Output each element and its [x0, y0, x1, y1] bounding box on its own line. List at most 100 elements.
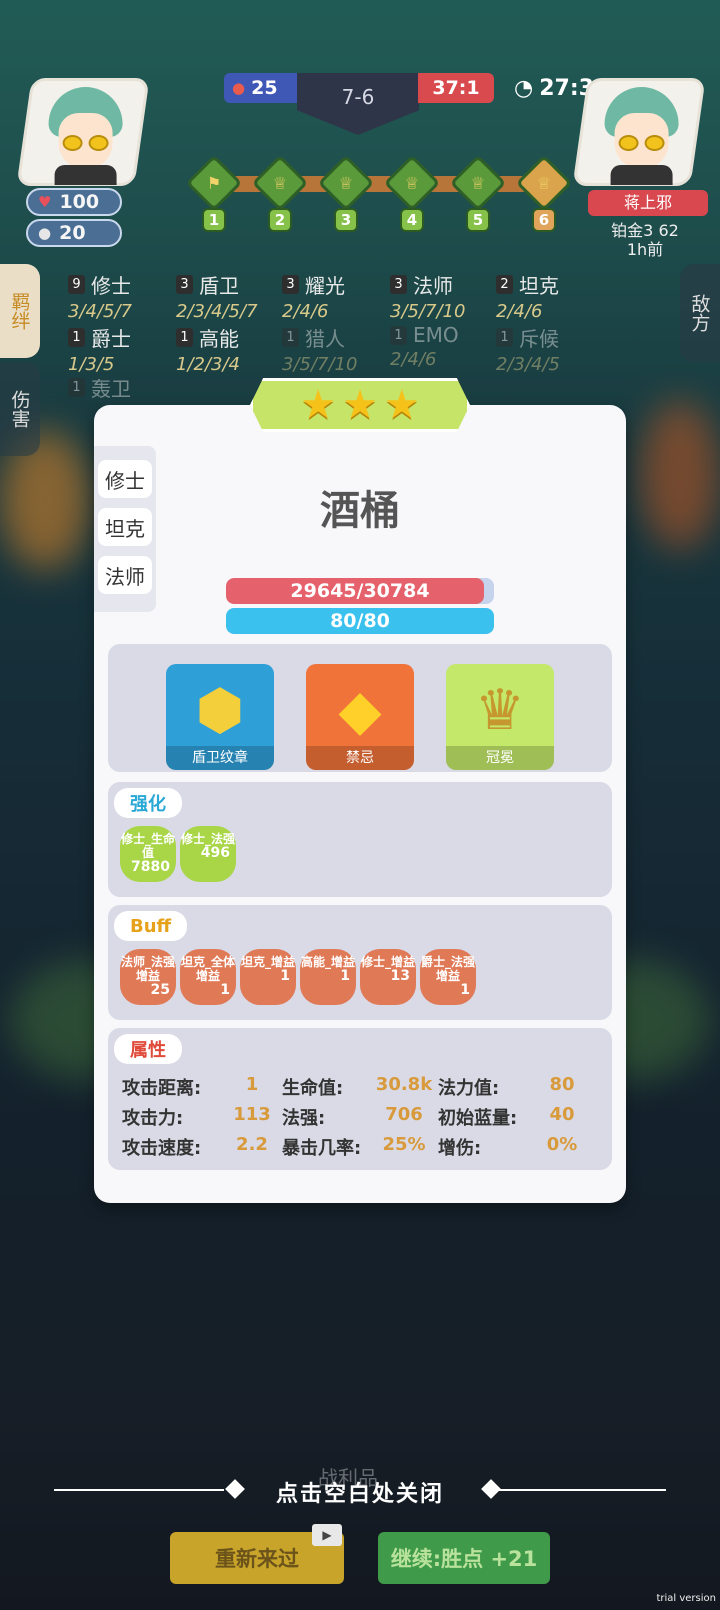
- unit-name: 酒桶: [320, 488, 400, 534]
- synergy-count: 1: [282, 328, 299, 347]
- enhance-tag: 强化: [114, 788, 182, 818]
- attribute-value: 113: [233, 1104, 271, 1125]
- equip-crown[interactable]: ♛ 冠冕: [446, 664, 554, 770]
- trait-tab[interactable]: 修士: [98, 460, 152, 498]
- stat-chip[interactable]: 爵士_法强增益 1: [420, 949, 476, 1005]
- synergy-count: 3: [390, 275, 407, 294]
- stat-chip[interactable]: 修士_增益 13: [360, 949, 416, 1005]
- synergy-head: 1 斥候: [496, 323, 606, 352]
- equip-label: 盾卫纹章: [166, 746, 274, 770]
- synergy-count: 9: [68, 275, 85, 294]
- close-hint[interactable]: 点击空白处关闭: [0, 1476, 720, 1508]
- attribute-key: 生命值:: [282, 1078, 344, 1099]
- trophy-icon: ♕: [272, 173, 288, 193]
- equip-forbidden[interactable]: ◆ 禁忌: [306, 664, 414, 770]
- attribute-value: 0%: [546, 1134, 578, 1155]
- tab-enemy[interactable]: 敌方: [680, 264, 720, 362]
- synergy-steps: 3/5/7/10: [390, 301, 466, 322]
- synergy-head: 2 坦克: [496, 270, 606, 299]
- stage-number: 2: [268, 208, 292, 232]
- trophy-icon: ♕: [404, 173, 420, 193]
- synergy-item[interactable]: 1 爵士 1/3/5: [68, 323, 178, 375]
- synergy-item[interactable]: 1 轰卫: [68, 373, 178, 404]
- attribute-key: 攻击力:: [122, 1108, 184, 1129]
- trophy-icon: ♕: [470, 173, 486, 193]
- stat-chip[interactable]: 坦克_增益 1: [240, 949, 296, 1005]
- equip-shield-emblem[interactable]: ⬢ 盾卫纹章: [166, 664, 274, 770]
- stat-chip[interactable]: 法师_法强增益 25: [120, 949, 176, 1005]
- synergy-steps: 1/3/5: [68, 354, 115, 375]
- stat-chip[interactable]: 坦克_全体增益 1: [180, 949, 236, 1005]
- attribute-value: 706: [385, 1104, 423, 1125]
- heart-icon: ♥: [38, 193, 52, 211]
- left-side-tabs: 羁绊 伤害: [0, 264, 40, 456]
- enemy-avatar[interactable]: [572, 78, 706, 186]
- synergy-item[interactable]: 3 盾卫 2/3/4/5/7: [176, 270, 286, 322]
- star-banner: ★ ★ ★: [250, 378, 470, 432]
- chip-value: 25: [150, 982, 170, 998]
- chip-label: 法师_法强增益: [120, 955, 175, 983]
- player-avatar[interactable]: [16, 78, 150, 186]
- retry-button[interactable]: 重新来过 ▶: [170, 1524, 344, 1584]
- player-hp-pill: ♥ 100: [26, 188, 122, 216]
- trait-tabs: 修士 坦克 法师: [94, 446, 156, 612]
- stat-chip[interactable]: 修士_生命值 7880: [120, 826, 176, 882]
- synergy-count: 3: [176, 275, 193, 294]
- attributes-panel: 属性 攻击距离: 1 生命值: 30.8k 法力值: 80 攻击力: 113 法强: 706 初始蓝…: [108, 1028, 612, 1170]
- crown-icon: ♛: [474, 677, 526, 743]
- synergy-count: 1: [390, 325, 407, 345]
- tab-damage[interactable]: 伤害: [0, 362, 40, 456]
- synergy-steps: 2/3/4/5/7: [176, 301, 258, 322]
- crystal-icon: ◆: [338, 677, 382, 743]
- chip-label: 修士_法强: [180, 832, 235, 846]
- chip-value: 1: [220, 982, 230, 998]
- trophy-icon: ♕: [536, 173, 552, 193]
- synergy-item[interactable]: 2 坦克 2/4/6: [496, 270, 606, 322]
- chip-value: 496: [200, 845, 230, 861]
- synergy-head: 9 修士: [68, 270, 178, 299]
- chip-label: 爵士_法强增益: [420, 955, 475, 983]
- round-timer: ◔ 27:3: [514, 76, 594, 101]
- chip-label: 坦克_增益: [240, 955, 295, 969]
- continue-button[interactable]: 继续:胜点 +21: [378, 1532, 550, 1584]
- attribute-value: 30.8k: [375, 1074, 433, 1095]
- synergy-item[interactable]: 9 修士 3/4/5/7: [68, 270, 178, 322]
- attribute-value: 2.2: [236, 1134, 268, 1155]
- score-left-value: 25: [251, 77, 278, 99]
- synergy-item[interactable]: 3 耀光 2/4/6: [282, 270, 392, 322]
- synergy-steps: 2/4/6: [282, 301, 329, 322]
- player-hp-value: 100: [59, 191, 100, 213]
- coin-icon: ●: [38, 224, 52, 242]
- tab-synergy[interactable]: 羁绊: [0, 264, 40, 358]
- trait-tab[interactable]: 法师: [98, 556, 152, 594]
- enemy-name: 蒋上邪: [588, 190, 708, 216]
- synergy-item[interactable]: 1 EMO 2/4/6: [390, 323, 500, 370]
- attribute-row: 攻击速度: 2.2 暴击几率: 25% 增伤: 0%: [122, 1134, 598, 1160]
- synergy-item[interactable]: 3 法师 3/5/7/10: [390, 270, 500, 322]
- stage-number: 5: [466, 208, 490, 232]
- player-portrait: [48, 87, 123, 185]
- synergy-name: 猎人: [305, 327, 345, 351]
- stat-chip[interactable]: 高能_增益 1: [300, 949, 356, 1005]
- synergy-count: 2: [496, 275, 513, 294]
- synergy-steps: 2/3/4/5: [496, 354, 561, 375]
- stat-chip[interactable]: 修士_法强 496: [180, 826, 236, 882]
- star-icon: ★: [342, 382, 378, 428]
- synergy-steps: 3/4/5/7: [68, 301, 133, 322]
- round-label: 7-6: [341, 85, 375, 109]
- buff-tag: Buff: [114, 911, 188, 941]
- synergy-name: 爵士: [91, 327, 131, 351]
- synergy-item[interactable]: 1 猎人 3/5/7/10: [282, 323, 392, 375]
- synergy-head: 1 猎人: [282, 323, 392, 352]
- synergy-count: 3: [282, 275, 299, 294]
- synergy-count: 1: [68, 328, 85, 347]
- synergy-item[interactable]: 1 高能 1/2/3/4: [176, 323, 286, 375]
- synergy-item[interactable]: 1 斥候 2/3/4/5: [496, 323, 606, 375]
- video-icon: ▶: [312, 1524, 342, 1546]
- synergy-name: EMO: [413, 323, 459, 347]
- trait-tab[interactable]: 坦克: [98, 508, 152, 546]
- enhance-panel: 强化 修士_生命值 7880 修士_法强 496: [108, 782, 612, 897]
- equip-label: 禁忌: [306, 746, 414, 770]
- synergy-name: 法师: [413, 274, 453, 298]
- chip-label: 修士_生命值: [120, 832, 175, 860]
